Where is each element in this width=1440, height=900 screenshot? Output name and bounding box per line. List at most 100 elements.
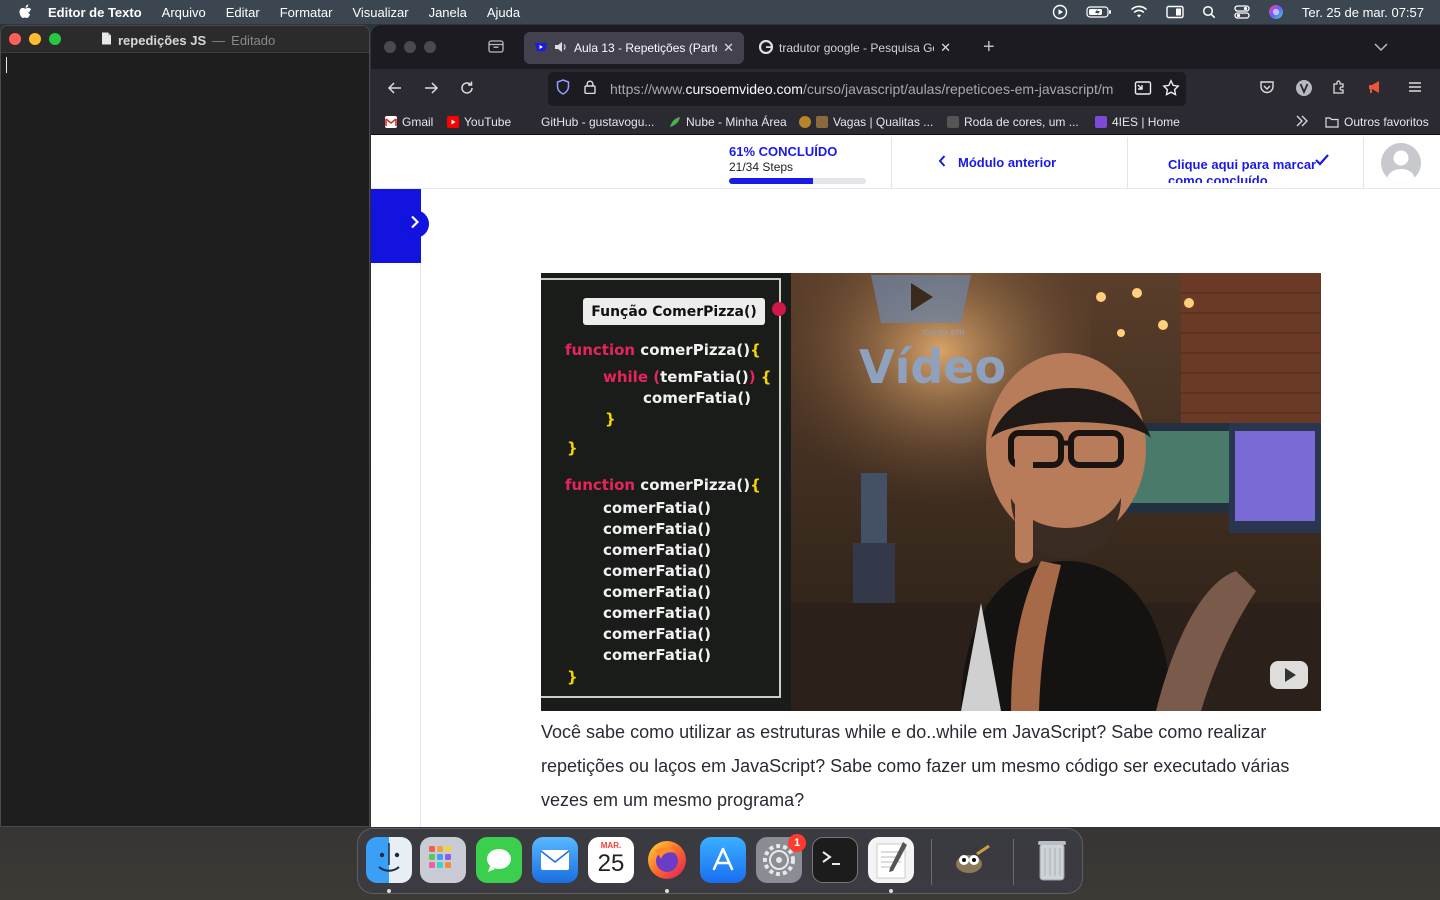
calendar-icon[interactable]: MAR. 25 [588,837,634,883]
bookmark-gmail[interactable]: Gmail [385,115,433,129]
calendar-month: MAR. [600,841,622,850]
mail-icon[interactable] [532,837,578,883]
code-line: comerFatia() [603,541,712,559]
youtube-icon [447,116,459,128]
screen-mirror-icon[interactable] [1166,5,1184,19]
code-line: function comerPizza(){ [565,341,761,359]
recording-dot-icon [772,302,786,316]
terminal-icon[interactable] [812,837,858,883]
zoom-window-button[interactable] [49,33,61,45]
messages-icon[interactable] [476,837,522,883]
hamburger-menu-icon[interactable] [1407,79,1423,100]
previous-module-link[interactable]: Módulo anterior [938,155,1056,170]
firefox-view-icon[interactable] [487,38,505,59]
back-arrow-icon[interactable] [387,80,403,101]
course-progress-header: 61% CONCLUÍDO 21/34 Steps Módulo anterio… [371,137,1440,189]
google-favicon-icon [758,39,774,57]
menu-app-name[interactable]: Editor de Texto [48,5,142,20]
bookmark-vagas[interactable]: Vagas | Qualitas ... [799,115,933,129]
bookmark-star-icon[interactable] [1162,79,1180,102]
user-avatar[interactable] [1381,143,1421,183]
tracking-shield-icon[interactable] [556,78,570,100]
menu-editar[interactable]: Editar [226,5,260,20]
tab-label: Aula 13 - Repetições (Parte 1) [574,41,717,55]
new-tab-icon[interactable]: + [983,36,995,59]
editor-text-area[interactable] [1,53,369,826]
play-circle-icon[interactable] [1052,4,1068,20]
lesson-video[interactable]: Vídeo curso em Função ComerPizza() funct… [541,273,1321,711]
tab-aula-13[interactable]: Aula 13 - Repetições (Parte 1) ✕ [524,32,744,64]
nube-leaf-icon [669,116,681,128]
navigation-toolbar: https://www.cursoemvideo.com/curso/javas… [371,69,1440,109]
bookmark-youtube[interactable]: YouTube [447,115,511,129]
app-store-icon[interactable] [700,837,746,883]
sidebar-toggle-button[interactable] [401,210,429,238]
url-bar[interactable]: https://www.cursoemvideo.com/curso/javas… [548,72,1186,106]
forward-arrow-icon[interactable] [423,80,439,101]
menu-janela[interactable]: Janela [429,5,467,20]
code-line: } [567,668,578,686]
menu-ajuda[interactable]: Ajuda [487,5,520,20]
launchpad-icon[interactable] [420,837,466,883]
video-play-icon[interactable] [1269,660,1309,695]
tab-label: tradutor google - Pesquisa Google [779,41,934,55]
code-line: while (temFatia()) { [603,368,772,386]
browser-close-button[interactable] [384,41,396,53]
watermark-small-text: curso em [923,328,965,338]
bookmark-other-favorites[interactable]: Outros favoritos [1325,115,1429,129]
bookmark-nube[interactable]: Nube - Minha Área [669,115,787,129]
calendar-day: 25 [597,850,625,877]
text-edit-icon[interactable] [868,837,914,883]
browser-minimize-button[interactable] [404,41,416,53]
siri-icon[interactable] [1268,4,1284,20]
cursoemvideo-favicon-icon [534,40,548,57]
mark-complete-button[interactable]: Clique aqui para marcar como concluído [1168,157,1328,183]
menu-formatar[interactable]: Formatar [280,5,333,20]
bookmarks-overflow-chevron-icon[interactable] [1295,115,1309,127]
control-center-icon[interactable] [1234,5,1250,19]
finder-icon[interactable] [366,837,412,883]
menu-visualizar[interactable]: Visualizar [352,5,408,20]
speaker-icon[interactable] [554,41,568,56]
browser-window: Aula 13 - Repetições (Parte 1) ✕ traduto… [371,25,1440,827]
bookmarks-toolbar: Gmail YouTube GitHub - gustavogu... Nube… [371,109,1440,135]
tab-close-icon[interactable]: ✕ [940,40,951,56]
web-page: 61% CONCLUÍDO 21/34 Steps Módulo anterio… [371,137,1440,827]
extension-megaphone-icon[interactable] [1367,79,1383,100]
close-window-button[interactable] [9,33,21,45]
gimp-icon[interactable] [946,837,992,883]
menu-bar: Editor de Texto Arquivo Editar Formatar … [0,0,1440,24]
editor-titlebar[interactable]: repedições JS — Editado [1,26,369,53]
lock-icon[interactable] [584,80,596,99]
apple-menu-icon[interactable] [18,4,34,20]
spotlight-search-icon[interactable] [1202,5,1216,19]
bookmark-4ies[interactable]: 4IES | Home [1095,115,1180,129]
code-panel: Função ComerPizza() function comerPizza(… [541,273,791,711]
url-text[interactable]: https://www.cursoemvideo.com/curso/javas… [610,81,1130,97]
editor-title: repedições JS — Editado [101,32,275,48]
tab-close-icon[interactable]: ✕ [723,40,734,56]
extension-v-icon[interactable] [1295,79,1313,102]
firefox-icon[interactable] [644,837,690,883]
menu-clock[interactable]: Ter. 25 de mar. 07:57 [1302,5,1424,20]
minimize-window-button[interactable] [29,33,41,45]
tab-list-chevron-icon[interactable] [1374,39,1388,57]
checkmark-icon [1315,153,1329,171]
battery-icon[interactable] [1086,5,1112,19]
browser-zoom-button[interactable] [424,41,436,53]
code-panel-title: Função ComerPizza() [583,298,765,325]
menu-arquivo[interactable]: Arquivo [162,5,206,20]
bookmark-github[interactable]: GitHub - gustavogu... [541,115,654,129]
picture-in-picture-icon[interactable] [1134,80,1152,101]
reload-icon[interactable] [459,80,475,101]
tab-bar: Aula 13 - Repetições (Parte 1) ✕ traduto… [371,25,1440,69]
bookmark-roda-de-cores[interactable]: Roda de cores, um ... [947,115,1079,129]
progress-bar-fill [729,178,813,184]
extensions-puzzle-icon[interactable] [1331,79,1347,100]
wifi-icon[interactable] [1130,5,1148,19]
tab-tradutor-google[interactable]: tradutor google - Pesquisa Google ✕ [749,32,961,64]
settings-badge: 1 [788,834,806,852]
code-line: comerFatia() [603,625,712,643]
trash-icon[interactable] [1029,837,1075,883]
pocket-icon[interactable] [1259,79,1275,100]
